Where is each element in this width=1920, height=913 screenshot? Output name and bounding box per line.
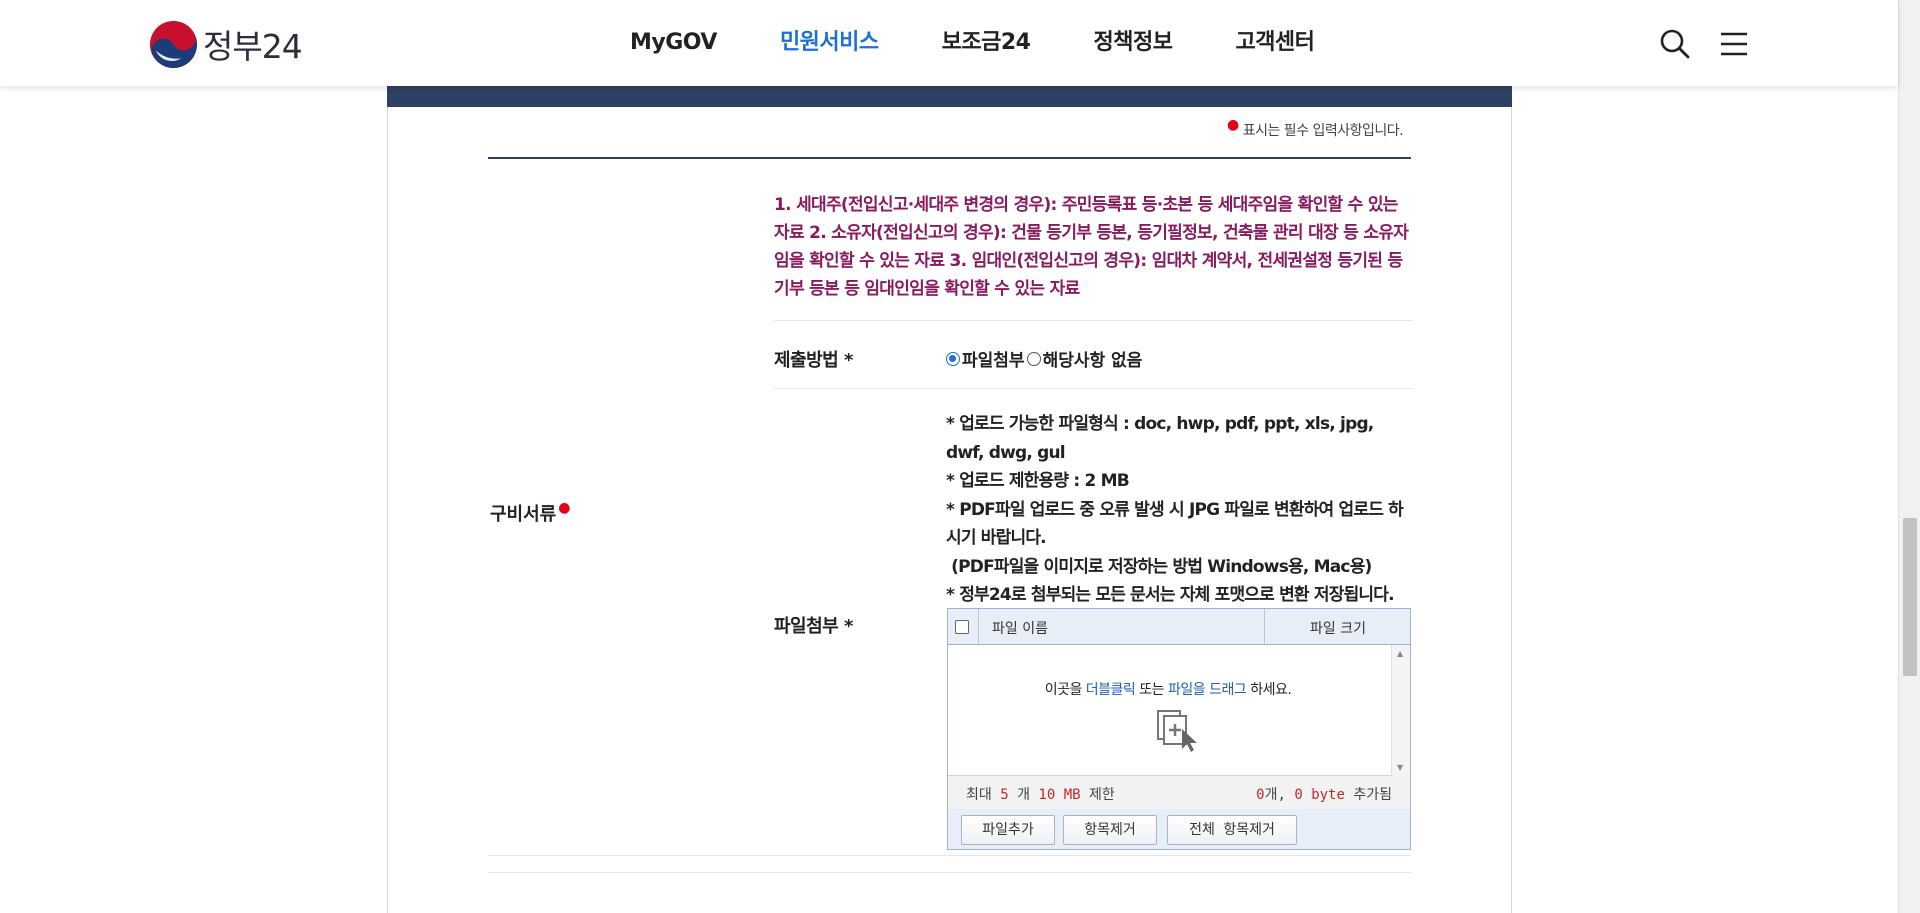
nav-mygov[interactable]: MyGOV (630, 22, 717, 64)
guide-line: * 업로드 제한용량 : 2 MB (946, 471, 1130, 491)
site-logo[interactable]: 정부24 (150, 20, 303, 68)
add-file-icon (1157, 710, 1197, 752)
divider (488, 855, 1411, 856)
remove-all-button[interactable]: 전체 항목제거 (1167, 815, 1297, 845)
divider (488, 872, 1411, 873)
section-label: 구비서류 ● (490, 500, 571, 525)
file-uploader: 파일 이름 파일 크기 이곳을 더블클릭 또는 파일을 드래그 하세요. ▲ ▼… (947, 608, 1411, 850)
document-notice: 1. 세대주(전입신고·세대주 변경의 경우): 주민등록표 등·초본 등 세대… (774, 195, 1409, 299)
divider (774, 388, 1412, 389)
nav-policy-info[interactable]: 정책정보 (1093, 22, 1172, 64)
submit-method-radios: 파일첨부 해당사항 없음 (946, 346, 1144, 371)
radio-file-attach-label[interactable]: 파일첨부 (962, 346, 1025, 371)
radio-file-attach[interactable] (946, 351, 960, 366)
page-scrollbar[interactable] (1898, 0, 1920, 913)
upload-status: 최대 5 개 10 MB 제한 0개, 0 byte 추가됨 (948, 776, 1410, 809)
submit-method-label: 제출방법 * (774, 350, 853, 371)
form-top-line (488, 157, 1411, 159)
site-header: 정부24 MyGOV 민원서비스 보조금24 정책정보 고객센터 (0, 0, 1898, 86)
file-drop-zone[interactable]: 이곳을 더블클릭 또는 파일을 드래그 하세요. ▲ ▼ (948, 645, 1410, 776)
divider (774, 320, 1412, 321)
add-file-button[interactable]: 파일추가 (961, 815, 1055, 845)
radio-not-applicable-label[interactable]: 해당사항 없음 (1043, 346, 1143, 371)
guide-line: (PDF파일을 이미지로 저장하는 방법 Windows용, Mac용) (946, 556, 1372, 577)
divider (978, 609, 979, 645)
scroll-down-icon[interactable]: ▼ (1397, 763, 1403, 772)
col-file-size: 파일 크기 (1310, 621, 1366, 637)
nav-civil-service[interactable]: 민원서비스 (780, 22, 879, 64)
col-file-name: 파일 이름 (992, 621, 1048, 637)
nav-customer-center[interactable]: 고객센터 (1235, 22, 1314, 64)
page-scroll-thumb[interactable] (1903, 518, 1917, 676)
uploader-header: 파일 이름 파일 크기 (948, 609, 1410, 645)
scroll-up-icon[interactable]: ▲ (1397, 649, 1403, 658)
guide-line: * PDF파일 업로드 중 오류 발생 시 JPG 파일로 변환하여 업로드 하… (946, 499, 1404, 549)
upload-added: 0개, 0 byte 추가됨 (1256, 787, 1392, 803)
upload-guide: * 업로드 가능한 파일형식 : doc, hwp, pdf, ppt, xls… (946, 410, 1411, 610)
divider (1264, 609, 1265, 645)
drop-zone-scrollbar[interactable]: ▲ ▼ (1391, 645, 1410, 776)
section-top-band (387, 86, 1512, 107)
remove-item-button[interactable]: 항목제거 (1063, 815, 1157, 845)
required-dot-icon: ● (1227, 117, 1239, 133)
required-note: ● 표시는 필수 입력사항입니다. (1227, 117, 1404, 139)
drop-hint: 이곳을 더블클릭 또는 파일을 드래그 하세요. (1044, 682, 1292, 698)
main-nav: MyGOV 민원서비스 보조금24 정책정보 고객센터 (630, 22, 1377, 64)
search-icon[interactable] (1659, 28, 1691, 60)
guide-line: * 업로드 가능한 파일형식 : doc, hwp, pdf, ppt, xls… (946, 414, 1379, 463)
taegeuk-logo-icon (150, 20, 197, 68)
uploader-buttons: 파일추가 항목제거 전체 항목제거 (948, 809, 1410, 849)
nav-subsidy24[interactable]: 보조금24 (942, 22, 1031, 64)
file-attach-label: 파일첨부 * (774, 616, 853, 637)
logo-text: 정부24 (203, 27, 303, 66)
menu-icon[interactable] (1718, 28, 1750, 60)
upload-limit: 최대 5 개 10 MB 제한 (966, 787, 1115, 803)
required-dot-icon: ● (558, 500, 571, 516)
radio-not-applicable[interactable] (1026, 351, 1041, 366)
select-all-checkbox[interactable] (955, 620, 969, 634)
guide-line: * 정부24로 첨부되는 모든 문서는 자체 포맷으로 변환 저장됩니다. (946, 585, 1395, 605)
